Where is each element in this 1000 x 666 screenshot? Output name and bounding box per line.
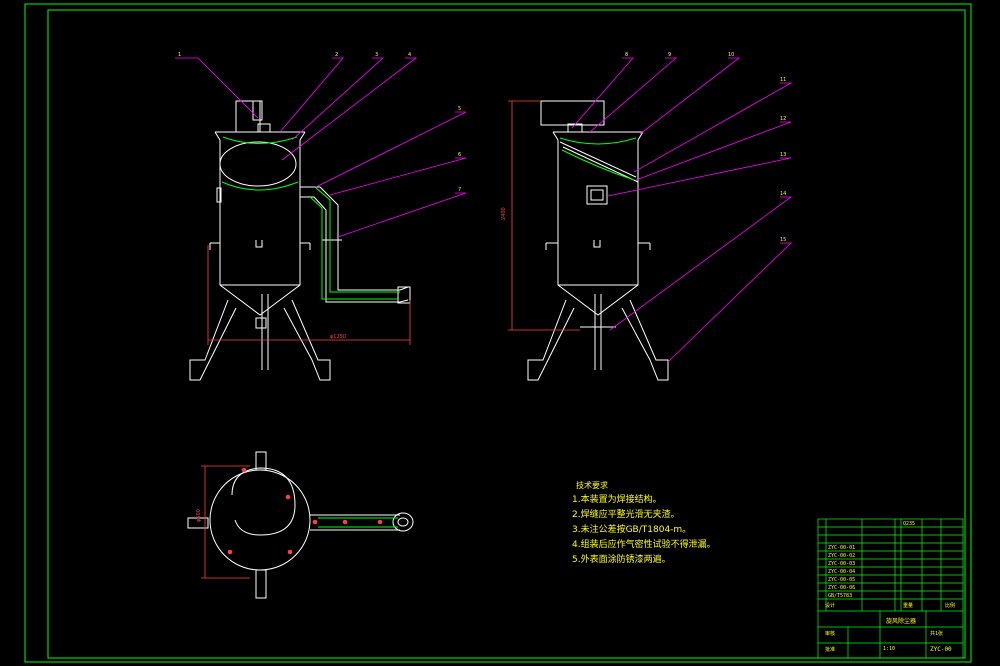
- top-welds: [318, 517, 398, 528]
- row-code-5: ZYC-00-05: [828, 577, 856, 583]
- row-code-2: ZYC-00-02: [828, 553, 856, 559]
- balloon-3: 3: [375, 52, 378, 58]
- note-line-2: 2.焊缝应平整光滑无夹渣。: [572, 510, 680, 520]
- drawing-name: 旋风除尘器: [886, 618, 917, 625]
- front-dimension: φ1250: [207, 245, 411, 345]
- row-code-6: ZYC-00-06: [828, 585, 856, 591]
- row-code-1: ZYC-00-01: [828, 545, 856, 551]
- std-code: GB/T5783: [828, 593, 853, 599]
- top-width-dim: φ600: [196, 509, 202, 522]
- label-ratio: 比例: [945, 603, 956, 609]
- side-view: [527, 100, 669, 381]
- note-line-5: 5.外表面涂防锈漆两遍。: [572, 555, 671, 565]
- technical-notes: 技术要求 1.本装置为焊接结构。 2.焊缝应平整光滑无夹渣。 3.未注公差按GB…: [572, 478, 716, 568]
- side-dimension: 2400: [501, 100, 580, 331]
- label-checker: 审核: [825, 631, 836, 637]
- balloon-4: 4: [408, 52, 411, 58]
- note-line-3: 3.未注公差按GB/T1804-m。: [572, 525, 692, 535]
- balloon-14: 14: [780, 191, 786, 197]
- front-cyclone-body: [219, 140, 301, 316]
- balloon-5: 5: [458, 106, 461, 112]
- balloon-10: 10: [728, 52, 734, 58]
- label-weight: 重量: [903, 603, 914, 609]
- notes-title: 技术要求: [576, 481, 608, 490]
- label-approver: 批准: [825, 647, 836, 653]
- drawing-number: ZYC-00: [930, 646, 952, 653]
- top-dimension: φ600: [196, 465, 250, 579]
- balloon-15: 15: [780, 237, 786, 243]
- balloon-2: 2: [335, 52, 338, 58]
- balloon-9: 9: [668, 52, 671, 58]
- balloon-1: 1: [178, 52, 181, 58]
- balloon-8: 8: [625, 52, 628, 58]
- balloon-11: 11: [780, 77, 786, 83]
- front-width-dim: φ1250: [330, 334, 346, 340]
- balloon-7: 7: [458, 187, 461, 193]
- front-welds: [221, 136, 400, 300]
- balloon-12: 12: [780, 116, 786, 122]
- row-code-4: ZYC-00-04: [828, 569, 856, 575]
- scale: 1:10: [883, 646, 896, 652]
- balloon-13: 13: [780, 152, 786, 158]
- top-cyclone-circle: [209, 469, 311, 571]
- balloon-labels: 1 2 3 4 5 6 7 8 9 10 11 12 13 14 15: [178, 52, 786, 243]
- front-view: [189, 100, 411, 381]
- material: Q235: [903, 521, 916, 527]
- side-height-dim: 2400: [501, 207, 507, 220]
- top-view: [187, 451, 414, 599]
- note-line-1: 1.本装置为焊接结构。: [572, 495, 662, 505]
- balloon-6: 6: [458, 152, 461, 158]
- label-designer: 设计: [825, 603, 836, 609]
- sheet: 共1张: [930, 631, 944, 637]
- note-line-4: 4.组装后应作气密性试验不得泄漏。: [572, 540, 716, 550]
- leader-lines: [175, 57, 793, 363]
- row-code-3: ZYC-00-03: [828, 561, 856, 567]
